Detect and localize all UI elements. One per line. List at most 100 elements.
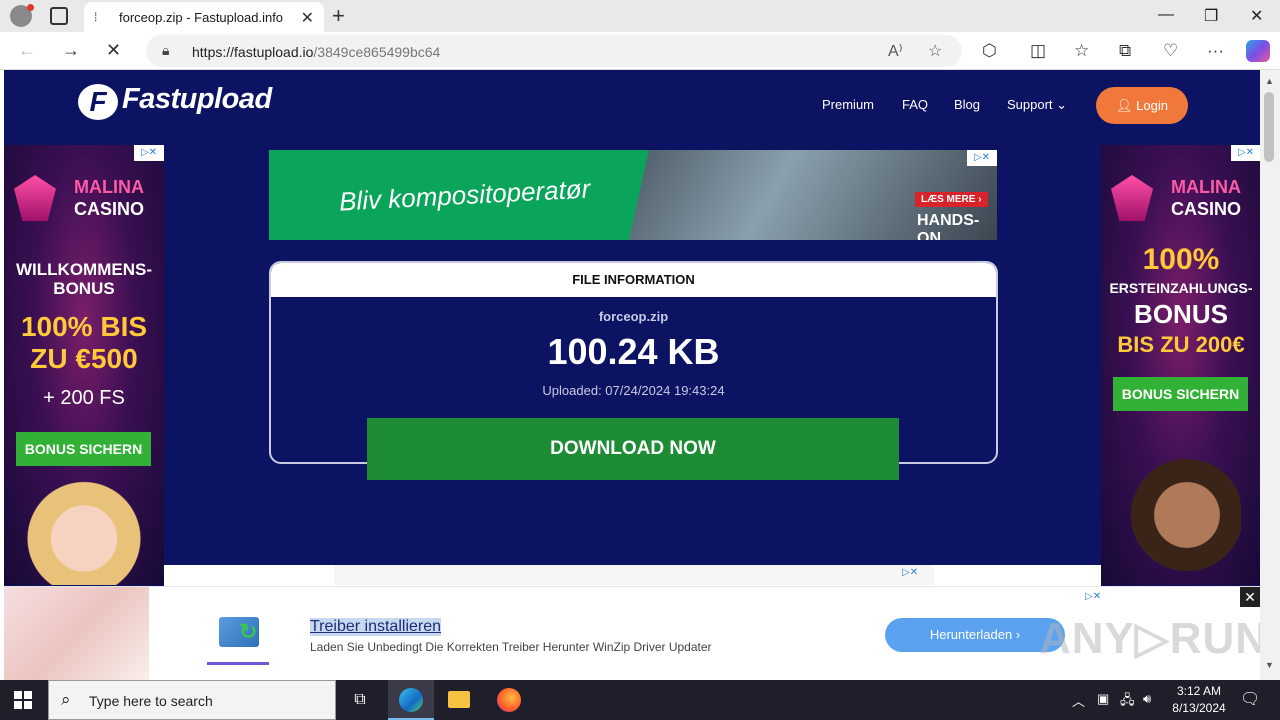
- restore-icon[interactable]: ❐: [1204, 6, 1218, 26]
- ad-line2: ERSTEINZAHLUNGS-: [1109, 280, 1253, 296]
- ad-description: Laden Sie Unbedingt Die Korrekten Treibe…: [310, 640, 712, 654]
- ad-model-image: [24, 480, 144, 585]
- login-label: Login: [1136, 98, 1168, 113]
- search-icon: ⌕: [61, 690, 71, 709]
- scroll-down-icon[interactable]: ▼: [1265, 660, 1274, 670]
- close-window-icon[interactable]: ✕: [1250, 6, 1263, 26]
- top-banner-ad[interactable]: Bliv kompositoperatør LÆS MERE › HANDS-O…: [269, 150, 997, 240]
- anyrun-watermark: ANY▷RUN: [1039, 614, 1269, 663]
- favorite-star-icon[interactable]: ☆: [928, 41, 942, 61]
- file-info-header: FILE INFORMATION: [271, 263, 996, 297]
- scroll-up-icon[interactable]: ▲: [1265, 76, 1274, 86]
- user-icon: 👤︎: [1116, 98, 1137, 113]
- url-text[interactable]: https://fastupload.io/3849ce865499bc64: [192, 44, 440, 60]
- stop-loading-icon[interactable]: ✕: [106, 40, 121, 61]
- logo-mark-icon: F: [78, 84, 118, 120]
- upload-date: Uploaded: 07/24/2024 19:43:24: [542, 383, 725, 398]
- ad-title[interactable]: Treiber installieren: [310, 618, 442, 636]
- new-tab-icon[interactable]: +: [332, 3, 345, 29]
- lock-icon[interactable]: 🔒︎: [162, 42, 169, 59]
- browser-tab-strip: ⁞ forceop.zip - Fastupload.info ✕ + — ❐ …: [0, 0, 1280, 32]
- right-casino-ad[interactable]: ▷✕ MALINA CASINO 100% ERSTEINZAHLUNGS- B…: [1101, 145, 1260, 585]
- brand-line2: CASINO: [1171, 199, 1242, 219]
- taskbar-clock[interactable]: 3:12 AM 8/13/2024: [1164, 683, 1234, 717]
- nav-faq[interactable]: FAQ: [902, 97, 928, 112]
- extensions-icon[interactable]: ⬡: [982, 41, 997, 61]
- ad-model-image: [1121, 450, 1241, 580]
- nav-support[interactable]: Support ⌄: [1007, 97, 1067, 113]
- banner-read-more[interactable]: LÆS MERE ›: [915, 192, 988, 207]
- nav-blog[interactable]: Blog: [954, 97, 980, 112]
- ad-choices-icon[interactable]: ▷✕: [1085, 591, 1115, 605]
- windows-taskbar: ⌕ Type here to search ⧉ ︿ ▣ 🖧︎ 🔊︎ 3:12 A…: [0, 680, 1280, 720]
- logo-text: Fastupload: [122, 83, 272, 115]
- close-tab-icon[interactable]: ✕: [301, 8, 314, 28]
- download-now-button[interactable]: DOWNLOAD NOW: [367, 418, 899, 480]
- raspberry-gem-icon: [1111, 175, 1153, 221]
- left-casino-ad[interactable]: ▷✕ MALINA CASINO WILLKOMMENS- BONUS 100%…: [4, 145, 164, 585]
- firefox-icon[interactable]: [486, 680, 532, 720]
- collections-icon[interactable]: ⧉: [1119, 41, 1131, 61]
- ad-underline: [207, 662, 269, 665]
- ad-line1: 100%: [1142, 243, 1220, 276]
- taskbar-search[interactable]: ⌕ Type here to search: [48, 680, 336, 720]
- casino-logo: MALINA CASINO: [1101, 175, 1260, 225]
- brand-line2: CASINO: [74, 199, 145, 219]
- more-menu-icon[interactable]: ···: [1207, 41, 1224, 61]
- windows-start-icon[interactable]: [14, 691, 32, 709]
- tab-actions-icon[interactable]: [50, 7, 68, 25]
- copilot-icon[interactable]: [1246, 40, 1270, 62]
- ad-line3: BONUS: [1134, 299, 1228, 329]
- browser-tab[interactable]: ⁞ forceop.zip - Fastupload.info ✕: [84, 2, 324, 32]
- file-explorer-icon[interactable]: [436, 680, 482, 720]
- driver-updater-icon: [219, 617, 259, 647]
- tab-title: forceop.zip - Fastupload.info: [119, 10, 284, 25]
- ad-choices-icon[interactable]: ▷✕: [1231, 145, 1260, 161]
- ad-line4: ZU €500: [30, 343, 138, 374]
- clock-date: 8/13/2024: [1172, 701, 1226, 715]
- url-host: https://fastupload.io: [192, 44, 314, 60]
- close-ad-icon[interactable]: ✕: [1240, 587, 1260, 607]
- favorites-icon[interactable]: ☆: [1074, 41, 1089, 61]
- meet-now-icon[interactable]: ▣: [1097, 691, 1109, 707]
- ad-fruit-image: [4, 587, 149, 681]
- search-placeholder: Type here to search: [89, 693, 213, 709]
- download-ad-button[interactable]: Herunterladen ›: [885, 618, 1065, 652]
- minimize-icon[interactable]: —: [1158, 6, 1174, 24]
- forward-icon[interactable]: →: [62, 40, 80, 61]
- address-bar[interactable]: 🔒︎ https://fastupload.io/3849ce865499bc6…: [146, 35, 962, 67]
- network-icon[interactable]: 🖧︎: [1120, 691, 1135, 713]
- page-scrollbar[interactable]: ▲ ▼: [1260, 70, 1280, 680]
- file-name: forceop.zip: [598, 309, 669, 324]
- read-aloud-icon[interactable]: A⁾: [888, 41, 903, 61]
- nav-premium[interactable]: Premium: [822, 97, 874, 112]
- back-icon[interactable]: ←: [18, 40, 36, 61]
- split-screen-icon[interactable]: ◫: [1030, 41, 1046, 61]
- bonus-button[interactable]: BONUS SICHERN: [16, 432, 151, 466]
- brand-line1: MALINA: [74, 177, 144, 197]
- volume-icon[interactable]: 🔊︎: [1143, 691, 1151, 707]
- browser-essentials-icon[interactable]: ♡: [1163, 41, 1178, 61]
- profile-icon[interactable]: [10, 4, 34, 27]
- loading-icon: ⁞: [94, 10, 98, 24]
- ad-line2: BONUS: [53, 279, 115, 298]
- raspberry-gem-icon: [14, 175, 56, 221]
- ad-line4: BIS ZU 200€: [1117, 332, 1245, 357]
- banner-tag: HANDS-ON: [917, 212, 980, 240]
- edge-taskbar-icon[interactable]: [388, 680, 434, 720]
- bonus-button[interactable]: BONUS SICHERN: [1113, 377, 1248, 411]
- notifications-icon[interactable]: 🗨︎: [1240, 689, 1260, 709]
- login-button[interactable]: 👤︎ Login: [1096, 87, 1188, 124]
- sticky-bottom-ad[interactable]: Treiber installieren Laden Sie Unbedingt…: [4, 586, 1267, 681]
- clock-time: 3:12 AM: [1176, 684, 1222, 698]
- scroll-thumb[interactable]: [1264, 92, 1274, 162]
- task-view-icon[interactable]: ⧉: [337, 680, 383, 720]
- ad-line5: + 200 FS: [43, 387, 125, 409]
- ad-choices-icon[interactable]: ▷✕: [967, 150, 997, 166]
- ad-line3: 100% BIS: [20, 311, 148, 342]
- ad-choices-icon[interactable]: ▷✕: [134, 145, 164, 161]
- tray-overflow-icon[interactable]: ︿: [1072, 691, 1085, 710]
- browser-toolbar: ← → ✕ 🔒︎ https://fastupload.io/3849ce865…: [0, 32, 1280, 70]
- file-size: 100.24 KB: [547, 331, 720, 372]
- ad-choices-icon[interactable]: ▷✕: [902, 567, 932, 581]
